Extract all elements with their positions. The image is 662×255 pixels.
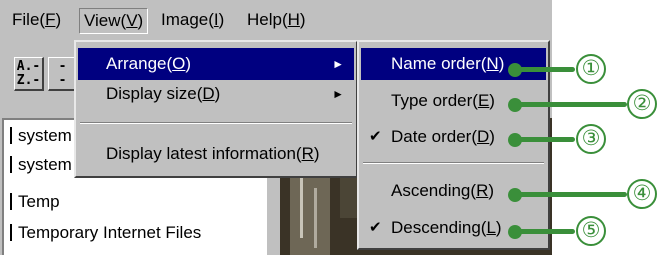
sort-az-bottom: Z.- bbox=[16, 73, 41, 88]
callout-5-badge: ⑤ bbox=[576, 216, 606, 246]
name-order-text: Name order( bbox=[391, 54, 487, 73]
list-item-label: Temporary Internet Files bbox=[18, 223, 202, 242]
toolbar-button-2-glyph-a: - bbox=[58, 59, 67, 74]
arrange-text: Arrange( bbox=[106, 54, 173, 73]
callout-4-badge: ④ bbox=[627, 179, 657, 209]
callout-line bbox=[515, 102, 627, 107]
menu-file-label: File( bbox=[12, 10, 46, 29]
display-latest-end: ) bbox=[313, 144, 320, 163]
menu-bar: File(F) View(V) Image(I) Help(H) bbox=[0, 0, 552, 36]
display-size-key: D bbox=[202, 84, 215, 103]
menu-file-key: F bbox=[45, 10, 56, 29]
menu-separator bbox=[80, 122, 352, 124]
descending-label: Descending(L) bbox=[391, 212, 502, 244]
ascending-label: Ascending(R) bbox=[391, 175, 494, 207]
arrange-end: ) bbox=[185, 54, 192, 73]
callout-line bbox=[515, 67, 575, 72]
check-icon: ✔ bbox=[369, 128, 382, 145]
callout-line bbox=[515, 137, 575, 142]
sort-az-top: A.- bbox=[16, 59, 41, 74]
date-order-key: D bbox=[476, 127, 490, 146]
folder-marker bbox=[10, 224, 12, 241]
menu-view-label: View( bbox=[84, 11, 127, 30]
menu-view-key: V bbox=[126, 11, 138, 30]
descending-key: L bbox=[486, 218, 496, 237]
menu-file[interactable]: File(F) bbox=[8, 8, 65, 32]
display-size-text: Display size( bbox=[106, 84, 203, 103]
ascending-end: ) bbox=[488, 181, 495, 200]
name-order-end: ) bbox=[498, 54, 505, 73]
date-order-text: Date order( bbox=[391, 127, 477, 146]
name-order-key: N bbox=[486, 54, 499, 73]
folder-marker bbox=[10, 127, 12, 144]
menu-view-end: ) bbox=[137, 11, 144, 30]
type-order-key: E bbox=[477, 91, 490, 110]
menu-help-end: ) bbox=[299, 10, 306, 29]
folder-marker bbox=[10, 156, 12, 173]
display-size-end: ) bbox=[214, 84, 221, 103]
date-order-end: ) bbox=[489, 127, 495, 146]
menu-help-label: Help( bbox=[247, 10, 288, 29]
folder-marker bbox=[10, 193, 12, 210]
menu-image-label: Image( bbox=[161, 10, 214, 29]
list-item[interactable]: Temp bbox=[10, 190, 60, 214]
list-item[interactable]: system bbox=[10, 153, 72, 177]
callout-line bbox=[515, 192, 627, 197]
submenu-arrow-icon: ► bbox=[332, 87, 344, 101]
arrange-label: Arrange(O) bbox=[106, 48, 191, 80]
display-latest-text: Display latest information( bbox=[106, 144, 302, 163]
callout-dot bbox=[508, 98, 522, 112]
ascending-text: Ascending( bbox=[391, 181, 477, 200]
menu-image-end: ) bbox=[218, 10, 225, 29]
type-order-end: ) bbox=[489, 91, 495, 110]
menu-item-display-latest[interactable]: Display latest information(R) bbox=[78, 138, 354, 170]
display-latest-label: Display latest information(R) bbox=[106, 138, 320, 170]
menu-item-display-size[interactable]: Display size(D) ► bbox=[78, 78, 354, 110]
descending-text: Descending( bbox=[391, 218, 487, 237]
menu-help[interactable]: Help(H) bbox=[243, 8, 310, 32]
ascending-key: R bbox=[476, 181, 489, 200]
list-item-label: system bbox=[18, 126, 72, 145]
view-menu: Arrange(O) ► Display size(D) ► Display l… bbox=[74, 40, 358, 178]
callout-dot bbox=[508, 188, 522, 202]
submenu-arrow-icon: ► bbox=[332, 57, 344, 71]
type-order-label: Type order(E) bbox=[391, 85, 495, 117]
date-order-label: Date order(D) bbox=[391, 121, 495, 153]
menu-image[interactable]: Image(I) bbox=[157, 8, 228, 32]
callout-line bbox=[515, 229, 575, 234]
menu-separator bbox=[363, 162, 544, 164]
descending-end: ) bbox=[495, 218, 502, 237]
menu-item-arrange[interactable]: Arrange(O) ► bbox=[78, 48, 354, 80]
list-item[interactable]: Temporary Internet Files bbox=[10, 221, 201, 245]
menu-help-key: H bbox=[287, 10, 300, 29]
type-order-text: Type order( bbox=[391, 91, 478, 110]
callout-3-badge: ③ bbox=[576, 124, 606, 154]
list-item[interactable]: system bbox=[10, 124, 72, 148]
sort-az-button[interactable]: A.- Z.- bbox=[14, 57, 44, 91]
display-latest-key: R bbox=[301, 144, 314, 163]
list-item-label: Temp bbox=[18, 192, 60, 211]
toolbar-button-2-glyph-b: - bbox=[58, 73, 67, 88]
arrange-key: O bbox=[172, 54, 186, 73]
check-icon: ✔ bbox=[369, 219, 382, 236]
callout-1-badge: ① bbox=[576, 54, 606, 84]
callout-dot bbox=[508, 225, 522, 239]
display-size-label: Display size(D) bbox=[106, 78, 220, 110]
menu-view[interactable]: View(V) bbox=[79, 8, 149, 34]
list-item-label: system bbox=[18, 155, 72, 174]
callout-dot bbox=[508, 133, 522, 147]
preview-shape bbox=[314, 188, 317, 248]
callout-dot bbox=[508, 63, 522, 77]
name-order-label: Name order(N) bbox=[391, 48, 504, 80]
callout-2-badge: ② bbox=[627, 89, 657, 119]
menu-file-end: ) bbox=[55, 10, 62, 29]
preview-shape bbox=[300, 178, 303, 238]
